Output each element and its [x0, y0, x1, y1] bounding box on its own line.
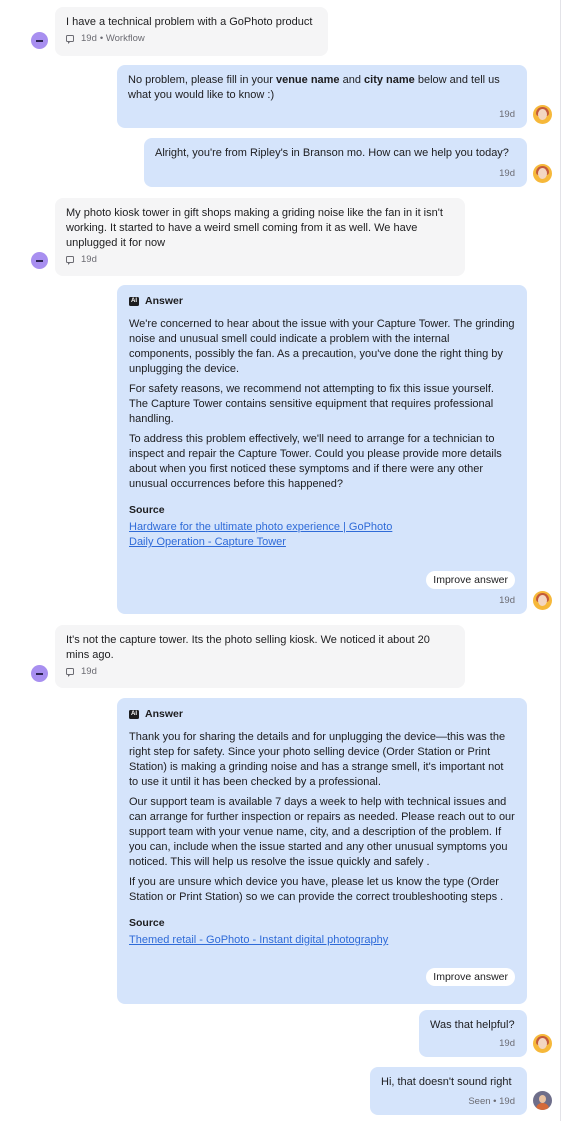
customer-message-1: I have a technical problem with a GoPhot…: [55, 7, 328, 56]
message-meta: 19d: [66, 254, 454, 265]
customer-avatar-icon[interactable]: [31, 252, 48, 269]
answer-title: Answer: [145, 295, 183, 307]
message-time: 19d: [499, 1038, 515, 1049]
message-text: No problem, please fill in your venue na…: [128, 74, 500, 101]
message-time: 19d: [499, 109, 515, 120]
ai-badge-icon: AI: [129, 296, 139, 306]
message-source: • Workflow: [99, 33, 145, 44]
source-title: Source: [129, 917, 165, 929]
bot-message-3: Alright, you're from Ripley's in Branson…: [144, 138, 527, 187]
answer-title: Answer: [145, 708, 183, 720]
bot-avatar-icon[interactable]: [533, 164, 552, 183]
message-text: My photo kiosk tower in gift shops makin…: [66, 207, 443, 249]
answer-header: AI Answer: [129, 295, 515, 307]
answer-body: Thank you for sharing the details and fo…: [129, 730, 515, 905]
customer-avatar-icon[interactable]: [31, 665, 48, 682]
message-text: Hi, that doesn't sound right: [381, 1076, 512, 1088]
chat-bubble-icon: [66, 668, 74, 677]
message-time: 19d: [81, 33, 97, 44]
message-time: 19d: [499, 595, 515, 606]
bot-avatar-icon[interactable]: [533, 1034, 552, 1053]
bot-avatar-icon[interactable]: [533, 105, 552, 124]
answer-header: AI Answer: [129, 708, 515, 720]
ai-answer-1: AI Answer We're concerned to hear about …: [117, 285, 527, 614]
answer-paragraph: Our support team is available 7 days a w…: [129, 796, 515, 868]
message-time: 19d: [81, 666, 97, 677]
agent-avatar-icon[interactable]: [533, 1091, 552, 1110]
source-title: Source: [129, 504, 165, 516]
source-link[interactable]: Daily Operation - Capture Tower: [129, 535, 515, 550]
ai-answer-2: AI Answer Thank you for sharing the deta…: [117, 698, 527, 1004]
message-meta: 19d • Workflow: [66, 33, 317, 44]
customer-message-6: It's not the capture tower. Its the phot…: [55, 625, 465, 688]
customer-message-4: My photo kiosk tower in gift shops makin…: [55, 198, 465, 276]
message-text: It's not the capture tower. Its the phot…: [66, 634, 430, 661]
agent-message-9: Hi, that doesn't sound right Seen • 19d: [370, 1067, 527, 1115]
bot-message-8: Was that helpful? 19d: [419, 1010, 527, 1057]
message-text: Was that helpful?: [430, 1019, 515, 1031]
chat-bubble-icon: [66, 256, 74, 265]
improve-answer-button[interactable]: Improve answer: [426, 571, 515, 589]
answer-paragraph: Thank you for sharing the details and fo…: [129, 731, 506, 788]
message-text: I have a technical problem with a GoPhot…: [66, 16, 313, 28]
message-status: Seen • 19d: [468, 1096, 515, 1107]
chat-bubble-icon: [66, 35, 74, 44]
source-link[interactable]: Hardware for the ultimate photo experien…: [129, 520, 515, 535]
message-text: Alright, you're from Ripley's in Branson…: [155, 147, 509, 159]
message-time: 19d: [499, 168, 515, 179]
message-time: 19d: [81, 254, 97, 265]
customer-avatar-icon[interactable]: [31, 32, 48, 49]
message-meta: 19d: [66, 666, 454, 677]
answer-paragraph: To address this problem effectively, we'…: [129, 433, 502, 490]
bot-avatar-icon[interactable]: [533, 591, 552, 610]
answer-paragraph: For safety reasons, we recommend not att…: [129, 383, 494, 425]
ai-badge-icon: AI: [129, 709, 139, 719]
answer-paragraph: We're concerned to hear about the issue …: [129, 318, 515, 375]
bot-message-2: No problem, please fill in your venue na…: [117, 65, 527, 128]
source-link[interactable]: Themed retail - GoPhoto - Instant digita…: [129, 933, 515, 948]
answer-paragraph: If you are unsure which device you have,…: [129, 876, 504, 903]
improve-answer-button[interactable]: Improve answer: [426, 968, 515, 986]
answer-body: We're concerned to hear about the issue …: [129, 317, 515, 492]
